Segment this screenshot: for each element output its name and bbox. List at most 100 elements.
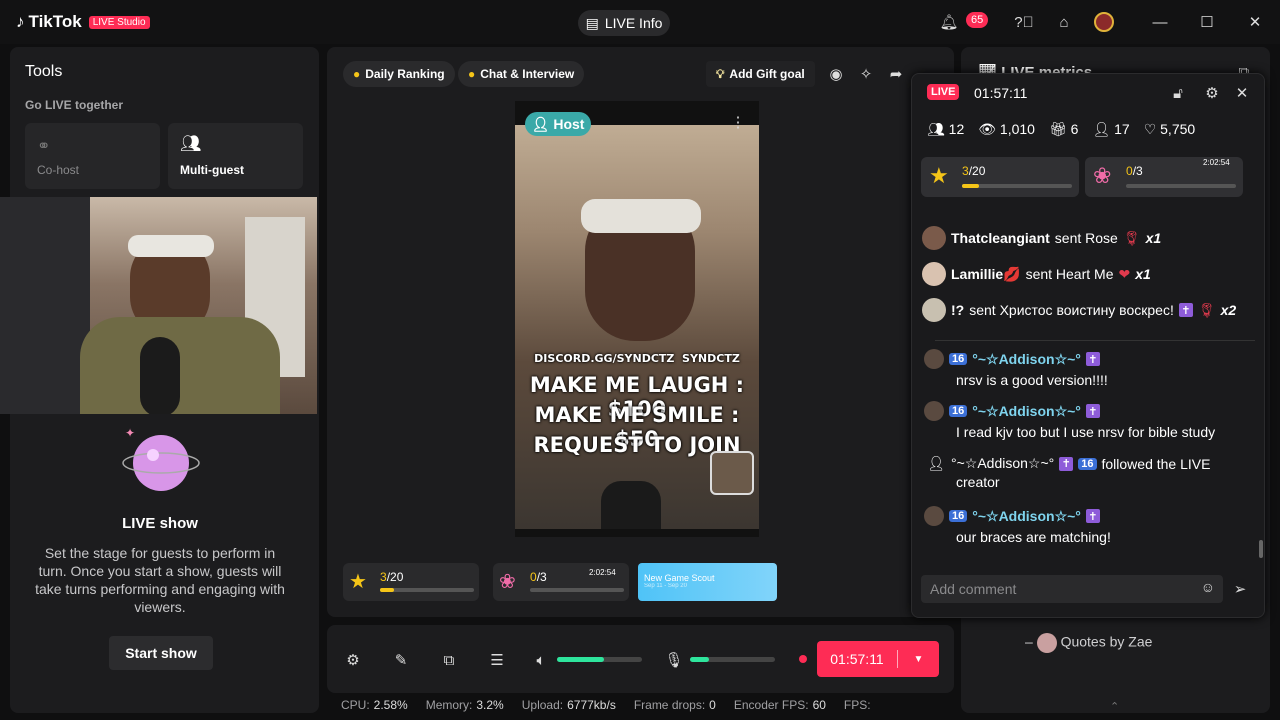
chat-text: our braces are matching!: [956, 529, 1111, 545]
share-icon[interactable]: ➦: [884, 62, 908, 86]
sliders-icon[interactable]: ☰: [487, 650, 507, 670]
cross-badge-icon: ✝: [1059, 456, 1074, 471]
more-options-icon[interactable]: ⋮: [726, 110, 750, 134]
screen-share-icon[interactable]: ⧉: [439, 650, 459, 670]
level-badge: 16: [949, 510, 968, 522]
emoji-icon[interactable]: ☺: [1201, 579, 1215, 595]
avatar: [924, 401, 944, 421]
comment-input[interactable]: Add comment ☺: [921, 575, 1223, 603]
goal1-total: /20: [386, 570, 404, 584]
maximize-icon[interactable]: ☐: [1195, 10, 1219, 34]
live-info-label: LIVE Info: [604, 15, 663, 31]
performance-stats: CPU: 2.58% Memory: 3.2% Upload: 6777kb/s Fr…: [341, 698, 875, 712]
stat-frame-drops: Frame drops: 0: [633, 698, 716, 712]
sparkle-icon[interactable]: ✧: [854, 62, 878, 86]
magic-wand-icon[interactable]: ✎: [391, 650, 411, 670]
speaker-icon[interactable]: 🔈︎: [531, 650, 551, 670]
tools-title: Tools: [25, 63, 63, 80]
microphone-icon[interactable]: 🎙︎: [664, 650, 684, 670]
record-icon[interactable]: ◉: [824, 62, 848, 86]
multi-guest-card[interactable]: 👥︎ Multi-guest: [168, 123, 303, 189]
avatar[interactable]: [1092, 10, 1116, 34]
popup-gift-icon: ❀: [1093, 163, 1112, 188]
gift-text: sent Heart Me: [1025, 266, 1114, 282]
follow-icon: 👤︎: [927, 455, 945, 471]
disco-ball-icon: ✦: [122, 426, 200, 491]
rose-icon: 🌹︎: [1122, 229, 1141, 246]
minimize-icon[interactable]: —: [1148, 10, 1172, 34]
game-scout-dates: Sep 11 - Sep 20: [644, 583, 687, 589]
popup-close-icon[interactable]: ✕: [1230, 81, 1254, 105]
volume-slider[interactable]: [557, 657, 642, 662]
home-icon[interactable]: ⌂: [1052, 10, 1076, 34]
popup-star-icon: ★: [929, 163, 949, 188]
heart-gift-icon: ❤︎: [1118, 265, 1131, 282]
gift-goal-card-1[interactable]: ★ 3/20: [343, 563, 479, 601]
likes-metric: ♡ 5,750: [1143, 121, 1196, 137]
link-icon: ⚭: [37, 138, 51, 155]
level-badge: 16: [949, 353, 968, 365]
host-label: Host: [553, 116, 585, 132]
star-icon: ★: [349, 571, 367, 593]
app-logo: ♪ TikTok LIVE Studio: [16, 12, 150, 32]
cohost-card[interactable]: ⚭ Co-host: [25, 123, 160, 189]
avatar: [924, 506, 944, 526]
gift-goal-card-2[interactable]: ❀ 0/3 2:02:54: [493, 563, 629, 601]
popup-goal-card-2[interactable]: ❀ 0/3 2:02:54: [1085, 157, 1243, 197]
follow-user: °~☆Addison☆~°: [951, 455, 1055, 471]
chevron-up-icon[interactable]: ⌃: [1110, 700, 1119, 713]
gift-row: Thatcleangiant sent Rose 🌹︎ x1: [922, 226, 1161, 250]
bell-icon[interactable]: 🔔︎: [937, 10, 961, 34]
live-info-button[interactable]: ▤ LIVE Info: [578, 10, 670, 36]
cross-badge-icon: ✝: [1085, 352, 1100, 366]
send-icon[interactable]: ➢: [1228, 577, 1252, 601]
info-icon: ▤: [585, 14, 599, 31]
popup-goal1-total: /20: [968, 164, 986, 178]
end-live-button[interactable]: 01:57:11 ▼: [817, 641, 939, 677]
live-badge: LIVE: [927, 84, 960, 100]
gifts-metric: 🎁︎ 6: [1048, 121, 1079, 137]
add-gift-goal-button[interactable]: 💡︎ Add Gift goal: [706, 61, 815, 87]
live-show-title: LIVE show: [122, 515, 198, 532]
trophy-icon: ●: [353, 67, 361, 81]
handle-overlay: SYNDCTZ: [682, 352, 740, 365]
multi-guest-label: Multi-guest: [180, 163, 244, 177]
gear-icon[interactable]: ⚙: [1200, 81, 1224, 105]
chat-user: °~☆Addison☆~°: [972, 507, 1081, 524]
game-scout-title: New Game Scout: [644, 573, 715, 583]
help-icon[interactable]: ?⃝: [1012, 10, 1036, 34]
gift-user: Lamillie💋: [951, 265, 1021, 282]
stat-cpu: CPU: 2.58%: [341, 698, 408, 712]
chat-interview-label: Chat & Interview: [480, 67, 575, 81]
gift-row: Lamillie💋 sent Heart Me ❤︎ x1: [922, 262, 1151, 286]
stat-fps: FPS:: [843, 698, 871, 712]
viewers-metric: 👥︎ 12: [927, 121, 965, 137]
stat-upload: Upload: 6777kb/s: [521, 698, 616, 712]
goal2-progress: [530, 588, 624, 592]
popup-goal-card-1[interactable]: ★ 3/20: [921, 157, 1079, 197]
cross-badge-icon: ✝: [1085, 404, 1100, 418]
close-icon[interactable]: ✕: [1243, 10, 1267, 34]
chat-user: °~☆Addison☆~°: [972, 350, 1081, 367]
gift-count: x1: [1145, 230, 1162, 246]
chat-message: 16 °~☆Addison☆~° ✝ nrsv is a good versio…: [924, 349, 1244, 388]
settings-icon[interactable]: ⚙: [343, 650, 363, 670]
gift-user: !?: [951, 302, 965, 318]
popup-goal1-current: 3: [962, 164, 969, 178]
popup-timer: 01:57:11: [974, 85, 1028, 101]
start-show-button[interactable]: Start show: [109, 636, 213, 670]
popup-goal2-progress: [1126, 184, 1236, 188]
chat-text: I read kjv too but I use nrsv for bible …: [956, 424, 1216, 440]
tiktok-icon: ♪: [16, 12, 25, 31]
goal2-total: /3: [536, 570, 547, 584]
chat-interview-button[interactable]: ● Chat & Interview: [458, 61, 585, 87]
chevron-down-icon[interactable]: ▼: [898, 654, 939, 665]
game-scout-banner[interactable]: New Game Scout Sep 11 - Sep 20: [638, 563, 777, 601]
chat-scrollbar[interactable]: [1259, 540, 1263, 558]
daily-ranking-button[interactable]: ● Daily Ranking: [343, 61, 455, 87]
mic-slider[interactable]: [690, 657, 775, 662]
notification-count: 65: [966, 12, 989, 28]
comment-placeholder: Add comment: [930, 581, 1017, 597]
chat-icon: ●: [468, 67, 476, 81]
unlock-icon[interactable]: 🔓︎: [1166, 81, 1190, 105]
